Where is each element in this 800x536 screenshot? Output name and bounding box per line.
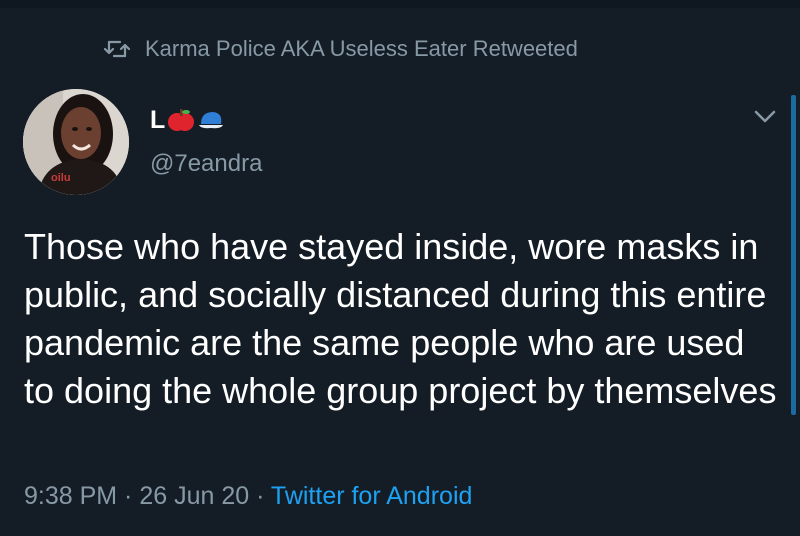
tweet-text: Those who have stayed inside, wore masks… (24, 226, 777, 411)
tweet-meta: 9:38 PM · 26 Jun 20 · Twitter for Androi… (24, 482, 472, 511)
scrollbar[interactable] (791, 95, 796, 415)
author-handle[interactable]: @7eandra (150, 150, 262, 178)
tweet-time[interactable]: 9:38 PM (24, 482, 117, 510)
tweet-source-link[interactable]: Twitter for Android (271, 482, 472, 510)
retweet-icon (103, 38, 131, 60)
author-display-name: L (150, 105, 166, 134)
tweet-date[interactable]: 26 Jun 20 (139, 482, 249, 510)
blue-cap-icon (197, 106, 225, 134)
svg-text:oilu: oilu (51, 172, 71, 184)
retweet-label: Karma Police AKA Useless Eater Retweeted (145, 36, 578, 61)
tweet-card: Karma Police AKA Useless Eater Retweeted… (0, 0, 800, 536)
meta-separator: · (117, 482, 140, 510)
retweet-context[interactable]: Karma Police AKA Useless Eater Retweeted (103, 33, 578, 65)
avatar[interactable]: oilu (23, 89, 129, 195)
red-apple-icon (167, 106, 195, 134)
top-divider (0, 0, 800, 8)
meta-separator: · (249, 482, 271, 510)
chevron-down-icon[interactable] (752, 108, 778, 126)
author-name-row[interactable]: L (150, 103, 225, 137)
